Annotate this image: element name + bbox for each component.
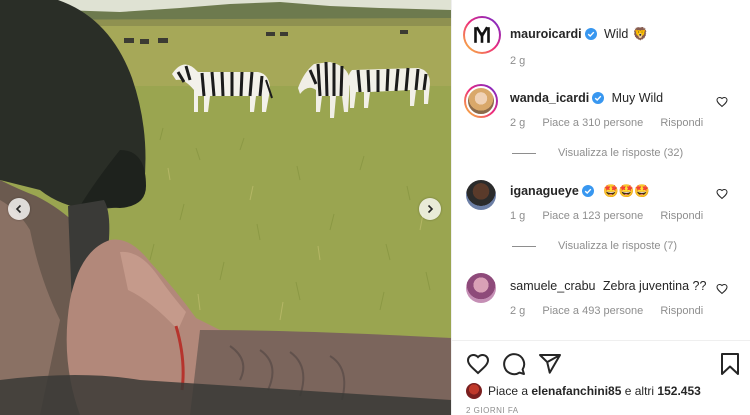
comments-panel: mauroicardi Wild 🦁 2 g wanda_icardi Muy … <box>451 0 750 415</box>
heart-icon[interactable] <box>716 96 728 108</box>
comment-avatar[interactable] <box>466 273 496 303</box>
likes-summary: Piace a elenafanchini85 e altri 152.453 <box>466 383 701 399</box>
comment-age: 2 g <box>510 117 526 129</box>
bookmark-icon[interactable] <box>718 352 742 376</box>
verified-icon <box>584 28 597 40</box>
comment-username[interactable]: iganagueye <box>510 184 579 198</box>
replies-divider <box>512 245 536 247</box>
comment-text: Zebra juventina ?? <box>602 279 707 293</box>
post-photo <box>0 0 451 415</box>
previous-photo-button[interactable] <box>8 198 30 220</box>
view-replies-label: Visualizza le risposte (32) <box>558 147 684 159</box>
comment-avatar[interactable] <box>464 84 498 118</box>
reply-button[interactable]: Rispondi <box>660 305 703 317</box>
heart-icon[interactable] <box>716 188 728 200</box>
comment-username[interactable]: wanda_icardi <box>510 91 589 105</box>
likes-prefix: Piace a <box>488 384 532 398</box>
post-caption: Wild <box>604 27 629 41</box>
verified-icon <box>592 92 605 104</box>
comment-likes-link[interactable]: Piace a 123 persone <box>542 210 643 222</box>
comment-likes-link[interactable]: Piace a 493 persone <box>542 305 643 317</box>
author-username[interactable]: mauroicardi <box>510 27 582 41</box>
post-actions-bar <box>452 340 750 380</box>
chevron-right-icon <box>427 204 434 214</box>
likes-count[interactable]: 152.453 <box>657 384 700 398</box>
view-replies-label: Visualizza le risposte (7) <box>558 240 678 252</box>
comment-avatar[interactable] <box>466 180 496 210</box>
share-icon[interactable] <box>538 352 562 376</box>
reply-button[interactable]: Rispondi <box>660 210 703 222</box>
next-photo-button[interactable] <box>419 198 441 220</box>
author-logo <box>474 26 490 43</box>
author-avatar[interactable] <box>463 16 501 54</box>
liker-username[interactable]: elenafanchini85 <box>531 384 621 398</box>
verified-icon <box>581 185 594 197</box>
reply-button[interactable]: Rispondi <box>660 117 703 129</box>
comment-likes-link[interactable]: Piace a 310 persone <box>542 117 643 129</box>
comment-icon[interactable] <box>502 352 526 376</box>
post-timestamp: 2 GIORNI FA <box>466 406 519 415</box>
likes-middle: e altri <box>621 384 658 398</box>
liker-avatar[interactable] <box>466 383 482 399</box>
post-age: 2 g <box>510 55 526 67</box>
chevron-left-icon <box>15 204 22 214</box>
heart-icon[interactable] <box>716 283 728 295</box>
comment-age: 2 g <box>510 305 526 317</box>
comment-age: 1 g <box>510 210 526 222</box>
view-replies-button[interactable]: Visualizza le risposte (7) <box>512 240 677 252</box>
comment-text: Muy Wild <box>611 91 664 105</box>
comment-username[interactable]: samuele_crabu <box>510 279 595 293</box>
view-replies-button[interactable]: Visualizza le risposte (32) <box>512 147 683 159</box>
caption-emoji: 🦁 <box>632 27 649 41</box>
heart-icon[interactable] <box>466 352 490 376</box>
safari-photo <box>0 0 451 415</box>
replies-divider <box>512 152 536 154</box>
comment-text: 🤩🤩🤩 <box>603 184 650 198</box>
